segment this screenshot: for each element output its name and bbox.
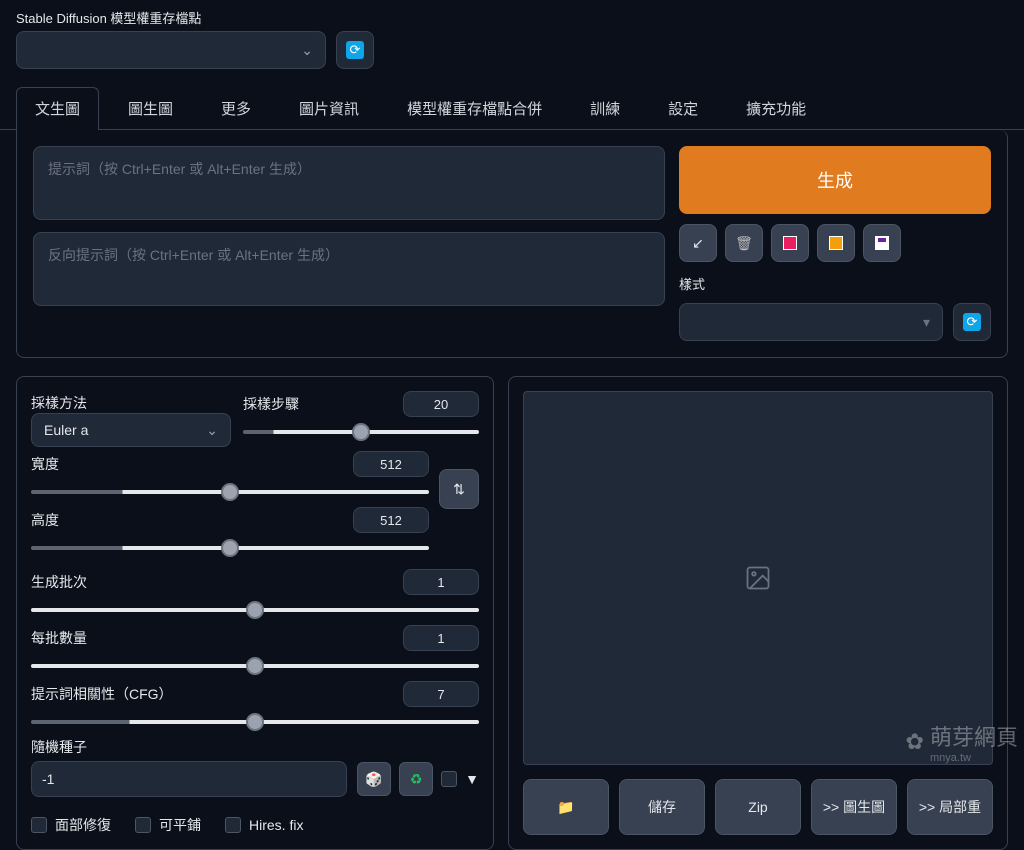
open-folder-button[interactable]: 📁	[523, 779, 609, 835]
arrow-icon: ↙	[692, 235, 704, 252]
generate-button[interactable]: 生成	[679, 146, 991, 214]
tab-train[interactable]: 訓練	[571, 87, 639, 129]
checkpoint-label: Stable Diffusion 模型權重存檔點	[16, 8, 1008, 27]
chevron-down-icon: ⌄	[206, 422, 218, 439]
style-dropdown[interactable]: ▾	[679, 303, 943, 341]
refresh-style-button[interactable]: ⟳	[953, 303, 991, 341]
caret-down-icon: ▾	[923, 314, 930, 331]
arrow-button[interactable]: ↙	[679, 224, 717, 262]
seed-input[interactable]	[31, 761, 347, 797]
tab-extensions[interactable]: 擴充功能	[727, 87, 825, 129]
save-style-button[interactable]	[863, 224, 901, 262]
main-tabs: 文生圖 圖生圖 更多 圖片資訊 模型權重存檔點合併 訓練 設定 擴充功能	[0, 87, 1024, 130]
params-card: 採樣方法 Euler a ⌄ 採樣步驟 20 寬度 512	[16, 376, 494, 850]
height-label: 高度	[31, 510, 59, 530]
send-img2img-button[interactable]: >> 圖生圖	[811, 779, 897, 835]
caret-down-icon[interactable]: ▼	[465, 771, 479, 787]
trash-icon: 🗑	[735, 235, 753, 252]
refresh-icon: ⟳	[346, 41, 364, 59]
watermark-text: 萌芽網頁	[930, 725, 1018, 750]
batch-size-label: 每批數量	[31, 628, 87, 648]
cfg-value[interactable]: 7	[403, 681, 479, 707]
steps-value[interactable]: 20	[403, 391, 479, 417]
clear-button[interactable]: 🗑	[725, 224, 763, 262]
batch-count-slider[interactable]	[31, 608, 479, 612]
send-inpaint-button[interactable]: >> 局部重	[907, 779, 993, 835]
batch-size-value[interactable]: 1	[403, 625, 479, 651]
recycle-icon: ♻	[410, 771, 423, 788]
sampler-value: Euler a	[44, 422, 88, 438]
output-card: 📁 儲存 Zip >> 圖生圖 >> 局部重	[508, 376, 1008, 850]
tiling-label: 可平鋪	[159, 815, 201, 835]
sampler-label: 採樣方法	[31, 393, 231, 413]
width-value[interactable]: 512	[353, 451, 429, 477]
refresh-checkpoint-button[interactable]: ⟳	[336, 31, 374, 69]
cfg-slider[interactable]	[31, 720, 479, 724]
watermark: ✿ 萌芽網頁 mnya.tw	[906, 720, 1018, 764]
batch-count-label: 生成批次	[31, 572, 87, 592]
image-placeholder-icon	[744, 564, 772, 592]
face-restore-label: 面部修復	[55, 815, 111, 835]
swap-icon: ⇅	[453, 481, 465, 498]
sampler-dropdown[interactable]: Euler a ⌄	[31, 413, 231, 447]
width-label: 寬度	[31, 454, 59, 474]
refresh-icon: ⟳	[963, 313, 981, 331]
reuse-seed-button[interactable]: ♻	[399, 762, 433, 796]
style-label: 樣式	[679, 274, 991, 293]
watermark-icon: ✿	[906, 729, 924, 755]
chevron-down-icon: ⌄	[301, 42, 313, 59]
face-restore-checkbox[interactable]: 面部修復	[31, 815, 111, 835]
cfg-label: 提示詞相關性（CFG）	[31, 684, 173, 704]
negative-prompt-input[interactable]: 反向提示詞（按 Ctrl+Enter 或 Alt+Enter 生成）	[33, 232, 665, 306]
tab-txt2img[interactable]: 文生圖	[16, 87, 99, 129]
pink-square-icon	[783, 236, 797, 250]
tab-checkpoint-merge[interactable]: 模型權重存檔點合併	[388, 87, 561, 129]
steps-slider[interactable]	[243, 430, 479, 434]
checkpoint-dropdown[interactable]: ⌄	[16, 31, 326, 69]
folder-icon: 📁	[557, 799, 574, 816]
tab-extras[interactable]: 更多	[202, 87, 270, 129]
prompt-input[interactable]: 提示詞（按 Ctrl+Enter 或 Alt+Enter 生成）	[33, 146, 665, 220]
tiling-checkbox[interactable]: 可平鋪	[135, 815, 201, 835]
tab-pnginfo[interactable]: 圖片資訊	[280, 87, 378, 129]
save-output-button[interactable]: 儲存	[619, 779, 705, 835]
watermark-sub: mnya.tw	[930, 752, 1018, 764]
batch-count-value[interactable]: 1	[403, 569, 479, 595]
image-preview[interactable]	[523, 391, 993, 765]
hires-fix-label: Hires. fix	[249, 817, 303, 833]
hires-fix-checkbox[interactable]: Hires. fix	[225, 817, 303, 833]
txt2img-panel: 提示詞（按 Ctrl+Enter 或 Alt+Enter 生成） 反向提示詞（按…	[16, 130, 1008, 358]
steps-label: 採樣步驟	[243, 394, 299, 414]
swap-dimensions-button[interactable]: ⇅	[439, 469, 479, 509]
clipboard-icon	[829, 236, 843, 250]
random-seed-button[interactable]: 🎲	[357, 762, 391, 796]
width-slider[interactable]	[31, 490, 429, 494]
floppy-icon	[875, 236, 889, 250]
clipboard-button[interactable]	[817, 224, 855, 262]
batch-size-slider[interactable]	[31, 664, 479, 668]
dice-icon: 🎲	[365, 771, 382, 788]
tab-img2img[interactable]: 圖生圖	[109, 87, 192, 129]
zip-output-button[interactable]: Zip	[715, 779, 801, 835]
tab-settings[interactable]: 設定	[649, 87, 717, 129]
height-value[interactable]: 512	[353, 507, 429, 533]
height-slider[interactable]	[31, 546, 429, 550]
style-apply-button[interactable]	[771, 224, 809, 262]
seed-label: 隨機種子	[31, 739, 87, 755]
seed-extra-checkbox[interactable]	[441, 771, 457, 787]
